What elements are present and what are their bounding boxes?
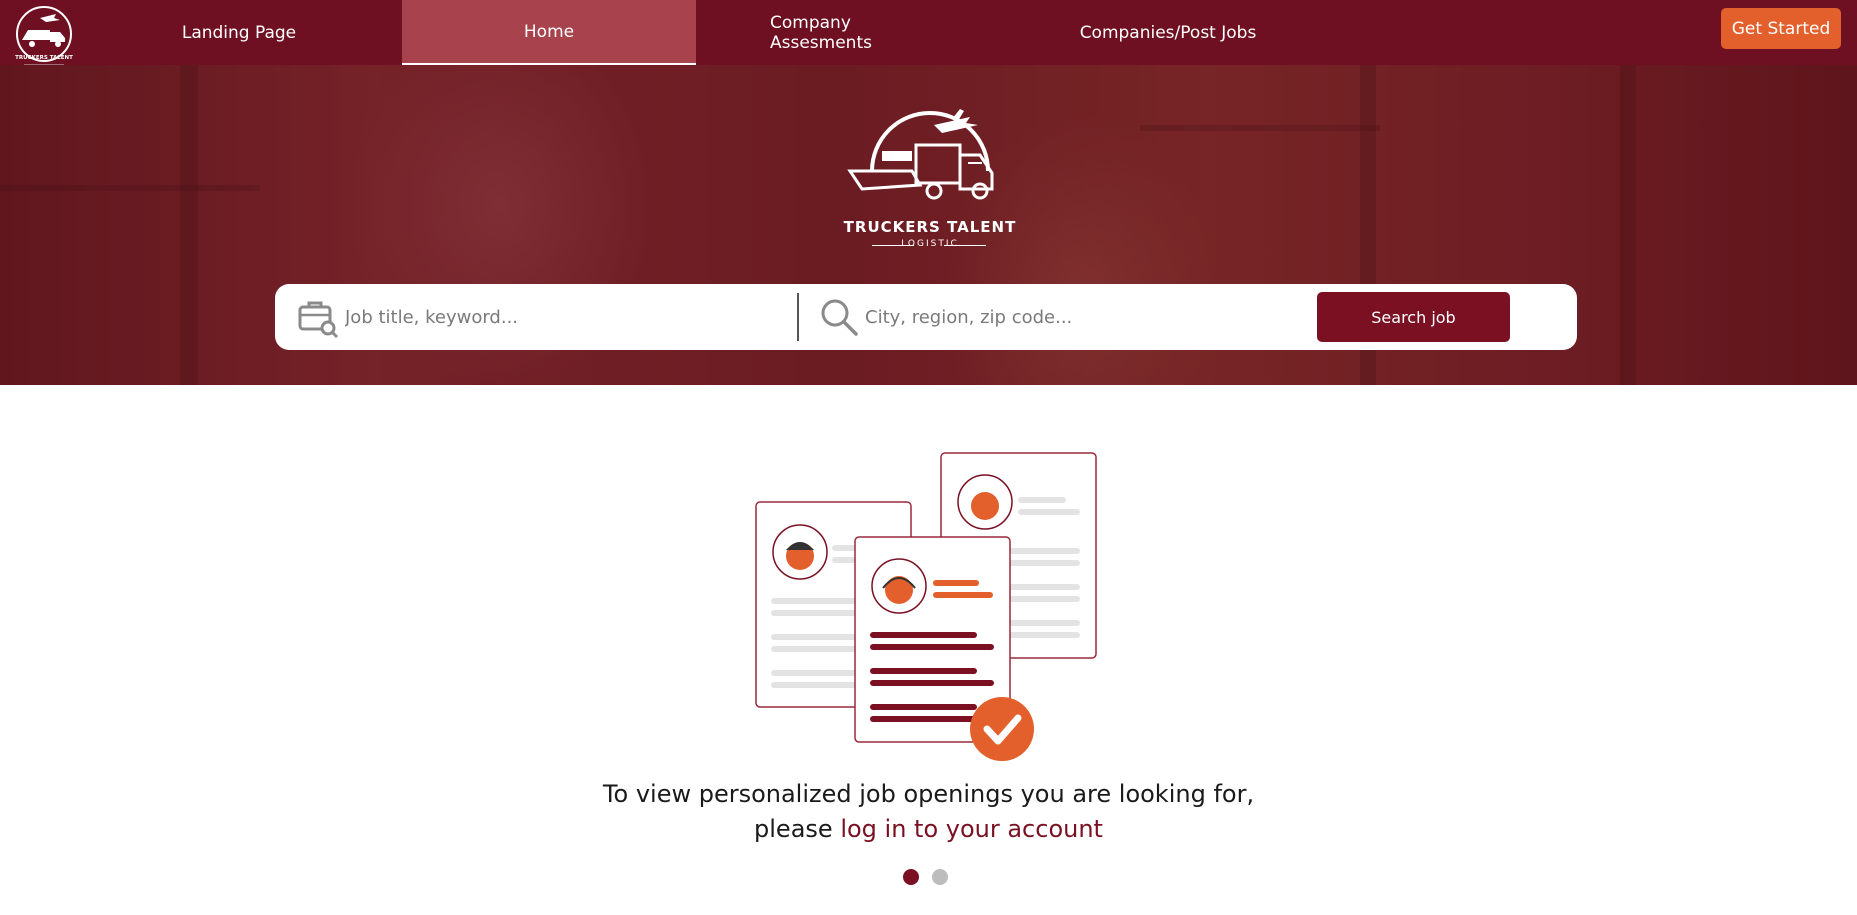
- svg-text:TRUCKERS TALENT: TRUCKERS TALENT: [15, 55, 73, 61]
- nav-companies-post-jobs[interactable]: Companies/Post Jobs: [1078, 0, 1258, 65]
- nav-home[interactable]: Home: [402, 0, 696, 65]
- tagline-divider: [944, 245, 986, 246]
- carousel-dot-2[interactable]: [932, 869, 948, 885]
- search-divider: [797, 293, 799, 341]
- hero-brand-title: TRUCKERS TALENT: [843, 218, 1017, 236]
- login-prompt-prefix: please: [754, 815, 841, 843]
- top-navbar: TRUCKERS TALENT Landing Page Home Compan…: [0, 0, 1857, 68]
- carousel-dot-1[interactable]: [903, 869, 919, 885]
- resumes-illustration: [755, 452, 1097, 761]
- hero-brand-tagline: LOGISTIC: [901, 239, 959, 249]
- nav-landing-page[interactable]: Landing Page: [150, 0, 328, 65]
- location-input[interactable]: [865, 284, 1305, 350]
- nav-company-assessments[interactable]: Company Assesments: [770, 0, 947, 65]
- job-keyword-input[interactable]: [345, 284, 785, 350]
- search-icon: [821, 299, 858, 336]
- briefcase-search-icon: [298, 301, 339, 339]
- login-link[interactable]: log in to your account: [840, 815, 1103, 843]
- login-prompt-line1: To view personalized job openings you ar…: [602, 780, 1255, 808]
- job-search-bar: Search job: [275, 284, 1577, 350]
- login-prompt-line2: please log in to your account: [560, 815, 1297, 843]
- get-started-button[interactable]: Get Started: [1721, 8, 1841, 49]
- truckers-talent-logo[interactable]: TRUCKERS TALENT: [10, 4, 78, 68]
- search-job-button[interactable]: Search job: [1317, 292, 1510, 342]
